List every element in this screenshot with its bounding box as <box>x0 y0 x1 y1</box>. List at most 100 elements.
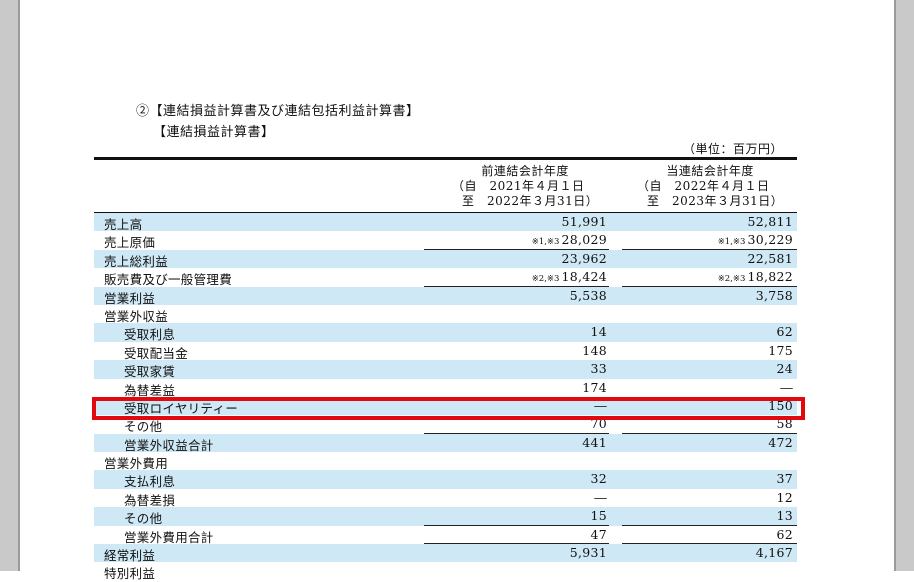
amount: 14 <box>590 324 607 340</box>
viewer-right-margin <box>894 0 914 571</box>
row-label: 売上高 <box>104 217 143 232</box>
amount: 13 <box>776 508 793 524</box>
amount: 3,758 <box>755 287 793 303</box>
footnote-ref: ※2,※3 <box>531 274 560 285</box>
prev-year-value: ※1,※3 28,029 <box>532 232 607 247</box>
table-row: 売上総利益 23,962 22,581 <box>94 249 797 269</box>
amount: 174 <box>582 379 607 395</box>
amount: 148 <box>582 342 607 358</box>
prev-year-value: 5,931 <box>570 545 607 560</box>
row-label: 売上総利益 <box>104 253 169 269</box>
row-label: 為替差損 <box>124 492 176 508</box>
amount: 51,991 <box>561 214 607 229</box>
current-year-value: 62 <box>776 324 793 339</box>
current-year-value: 62 <box>776 527 793 542</box>
current-year-value: ※1,※3 30,229 <box>718 232 793 247</box>
table-row: 受取利息 14 62 <box>94 323 797 343</box>
amount: 62 <box>776 324 793 340</box>
footnote-ref: ※1,※3 <box>531 237 560 248</box>
period-from: （自 2022年４月１日 <box>637 179 770 193</box>
prev-year-value: 33 <box>590 361 607 376</box>
amount: 5,931 <box>569 545 607 561</box>
prev-year-value: 51,991 <box>561 214 607 229</box>
prev-year-value: 14 <box>590 324 607 339</box>
amount: 24 <box>776 361 793 377</box>
amount: 12 <box>776 489 793 505</box>
current-year-value: 13 <box>776 508 793 523</box>
current-year-value: ― <box>780 380 793 395</box>
amount: ― <box>780 379 793 395</box>
prev-year-value: 15 <box>590 508 607 523</box>
document-page: ②【連結損益計算書及び連結包括利益計算書】 【連結損益計算書】 （単位：百万円）… <box>20 0 894 581</box>
table-row: 受取家賃 33 24 <box>94 360 797 380</box>
amount: 47 <box>590 526 607 542</box>
row-label: 営業外費用合計 <box>124 529 214 545</box>
table-row: 売上高 51,991 52,811 <box>94 213 797 232</box>
footnote-ref: ※2,※3 <box>717 274 746 285</box>
row-label: 受取家賃 <box>124 364 176 380</box>
amount: 472 <box>768 434 793 450</box>
unit-label: （単位：百万円） <box>683 142 784 156</box>
table-row: 受取配当金 148 175 <box>94 342 797 361</box>
amount: 28,029 <box>561 232 607 248</box>
prev-year-value: 47 <box>590 527 607 542</box>
row-label: 営業外費用 <box>104 456 169 472</box>
amount: 23,962 <box>561 250 607 266</box>
amount: 441 <box>582 434 607 450</box>
amount: 30,229 <box>747 232 793 248</box>
row-label: 受取利息 <box>124 327 176 343</box>
column-title: 当連結会計年度 <box>666 164 754 178</box>
amount: 18,424 <box>561 269 607 285</box>
amount: 52,811 <box>747 214 793 229</box>
prev-year-value: 5,538 <box>570 288 607 303</box>
table-row: 営業外費用 <box>94 452 797 472</box>
current-year-value: 175 <box>768 343 793 358</box>
footnote-ref: ※1,※3 <box>717 237 746 248</box>
current-year-value: 37 <box>776 471 793 486</box>
row-label: 為替差益 <box>124 382 176 398</box>
row-label: その他 <box>124 511 163 527</box>
viewer-left-margin <box>0 0 20 571</box>
table-row: 営業外費用合計 47 62 <box>94 526 797 545</box>
amount: 18,822 <box>747 269 793 285</box>
current-year-value: 24 <box>776 361 793 376</box>
current-year-value: 12 <box>776 490 793 505</box>
prev-year-value: 23,962 <box>561 251 607 266</box>
column-title: 前連結会計年度 <box>481 164 569 178</box>
current-year-value: 22,581 <box>747 251 793 266</box>
table-row: 営業利益 5,538 3,758 <box>94 286 797 306</box>
current-year-value: 52,811 <box>747 214 793 229</box>
section-heading: ②【連結損益計算書及び連結包括利益計算書】 <box>136 104 420 119</box>
row-label: 営業利益 <box>104 290 156 306</box>
row-label: 売上原価 <box>104 235 156 251</box>
row-label: 営業外収益 <box>104 308 169 324</box>
amount: 22,581 <box>747 250 793 266</box>
amount: 37 <box>776 471 793 487</box>
period-to: 至 2023年３月31日） <box>647 194 784 208</box>
table-row: 特別利益 <box>94 562 797 582</box>
column-header-current-year: 当連結会計年度 （自 2022年４月１日 至 2023年３月31日） <box>637 164 783 209</box>
table-row: 営業外収益 <box>94 305 797 324</box>
current-year-value: 472 <box>768 435 793 450</box>
current-year-value: 3,758 <box>756 288 793 303</box>
amount: ― <box>594 489 607 505</box>
amount: 4,167 <box>755 545 793 561</box>
highlight-box <box>92 397 805 420</box>
statement-heading: 【連結損益計算書】 <box>153 125 275 140</box>
table-row: 為替差損 ― 12 <box>94 489 797 508</box>
amount: 15 <box>590 508 607 524</box>
table-row: その他 15 13 <box>94 507 797 527</box>
table-top-rule <box>94 157 797 160</box>
period-to: 至 2022年３月31日） <box>462 194 599 208</box>
prev-year-value: 32 <box>590 471 607 486</box>
row-label: 経常利益 <box>104 548 156 564</box>
amount: 62 <box>776 526 793 542</box>
row-label: 受取配当金 <box>124 345 189 361</box>
prev-year-value: 148 <box>582 343 607 358</box>
current-year-value: 4,167 <box>756 545 793 560</box>
prev-year-value: ※2,※3 18,424 <box>532 269 607 284</box>
column-header-prior-year: 前連結会計年度 （自 2021年４月１日 至 2022年３月31日） <box>452 164 598 209</box>
row-label: 営業外収益合計 <box>124 437 214 453</box>
row-label: 特別利益 <box>104 566 156 582</box>
amount: 175 <box>768 342 793 358</box>
